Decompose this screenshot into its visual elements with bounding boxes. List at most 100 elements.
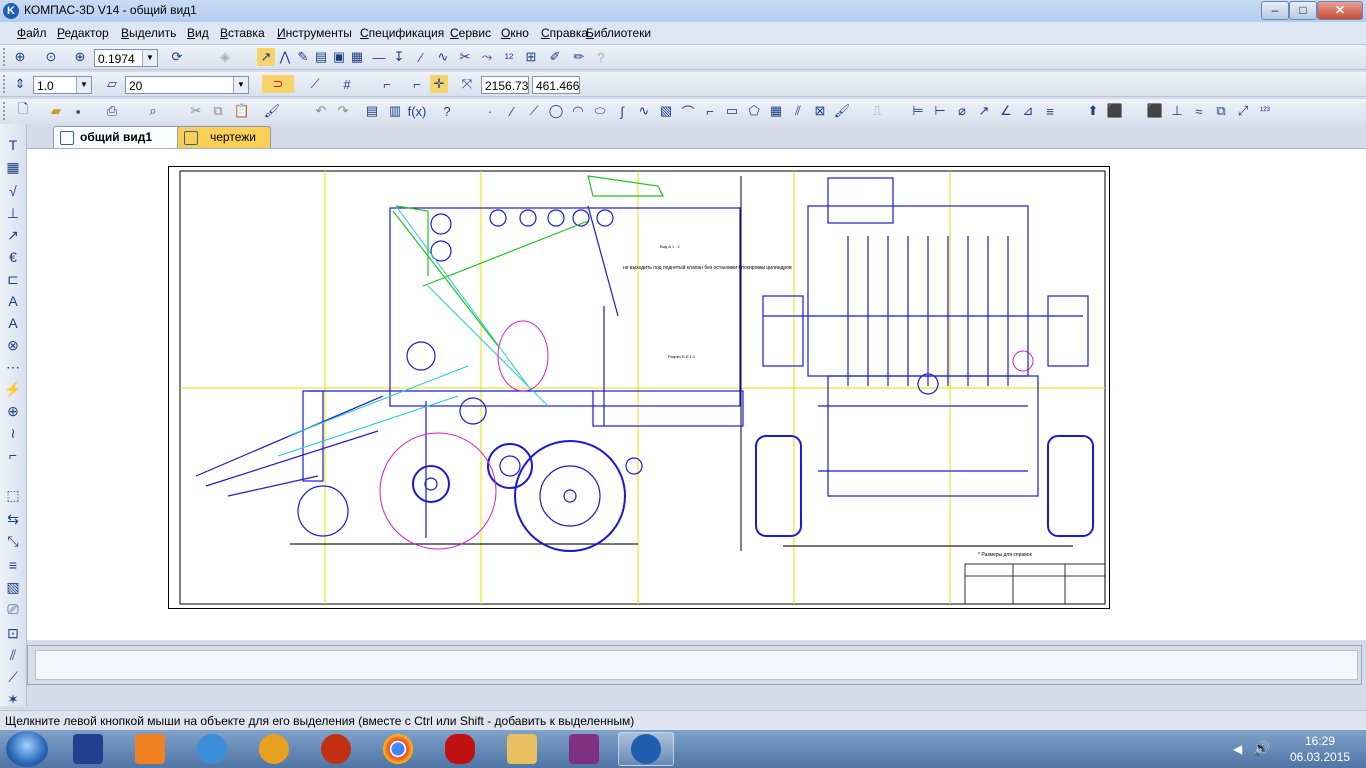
hatch-edit-icon[interactable]: ▧ — [4, 578, 22, 596]
equidistant-icon[interactable]: ⫽ — [789, 102, 807, 120]
mirror-icon[interactable]: ⊥ — [1168, 102, 1186, 120]
chevron-down-icon[interactable]: ▼ — [76, 77, 91, 93]
local-cs-icon[interactable]: ⌐ — [378, 75, 396, 93]
menu-service[interactable]: Сервис — [450, 26, 491, 40]
hatch-icon[interactable]: ▧ — [657, 102, 675, 120]
snap-icon[interactable]: ↗ — [257, 48, 275, 66]
taskbar-save-app[interactable] — [60, 732, 116, 766]
brush-icon[interactable]: 🖌 — [833, 102, 851, 120]
step-icon[interactable]: ⇕ — [11, 75, 29, 93]
dash-line-icon[interactable]: ⋯ — [4, 358, 22, 376]
manager-icon[interactable]: ▤ — [363, 102, 381, 120]
open-folder-icon[interactable]: ▰ — [47, 102, 65, 120]
menu-libraries[interactable]: Библиотеки — [586, 26, 651, 40]
table-icon[interactable]: ▦ — [4, 158, 22, 176]
mark-icon[interactable]: A — [4, 314, 22, 332]
frame-icon[interactable]: ▣ — [330, 48, 348, 66]
fillet-icon[interactable]: ⌒ — [679, 102, 697, 120]
arc-icon[interactable]: ◠ — [569, 102, 587, 120]
circle-icon[interactable]: ◯ — [547, 102, 565, 120]
geometry-icon[interactable]: ⚡ — [4, 380, 22, 398]
volume-icon[interactable]: 🔊 — [1253, 740, 1270, 757]
undo-icon[interactable]: ↶ — [312, 102, 330, 120]
chevron-down-icon[interactable]: ▼ — [233, 77, 248, 93]
variables-icon[interactable]: ▥ — [386, 102, 404, 120]
zoom-scale-icon[interactable]: ⊕ — [71, 48, 89, 66]
edit-text-icon[interactable]: ≡ — [4, 556, 22, 574]
tool-icon[interactable]: ✂ — [456, 48, 474, 66]
linear-dim-icon[interactable]: ⊢ — [931, 102, 949, 120]
contour-icon[interactable]: ▦ — [767, 102, 785, 120]
refresh-icon[interactable]: ⟳ — [168, 48, 186, 66]
new-document-icon[interactable]: 🗋 — [14, 101, 32, 120]
numbering-icon[interactable]: ¹²³ — [1256, 102, 1274, 120]
taskbar-media-player[interactable] — [122, 732, 178, 766]
menu-editor[interactable]: Редактор — [57, 26, 109, 40]
help-circle-icon[interactable]: ? — [592, 48, 610, 66]
curve-icon[interactable]: ∿ — [434, 48, 452, 66]
menu-help[interactable]: Справка — [541, 26, 588, 40]
taskbar-opera[interactable] — [432, 732, 488, 766]
angle-dim-icon[interactable]: ∠ — [997, 102, 1015, 120]
function-icon[interactable]: f(x) — [408, 102, 427, 120]
parallel-icon[interactable]: ⫽ — [4, 646, 22, 664]
star-icon[interactable]: ✶ — [4, 690, 22, 708]
weld-icon[interactable]: ⊗ — [4, 336, 22, 354]
taskbar-maple-app[interactable] — [308, 732, 364, 766]
layers-icon[interactable]: ▦ — [348, 48, 366, 66]
spec-icon[interactable]: ⎚ — [4, 600, 22, 618]
polyline-icon[interactable]: ⟋ — [525, 102, 543, 120]
minimize-button[interactable]: – — [1261, 1, 1289, 20]
toolbar-grip[interactable] — [3, 102, 8, 120]
marker-icon[interactable]: ✏ — [570, 48, 588, 66]
dimension-text-icon[interactable]: A — [4, 292, 22, 310]
slash-icon[interactable]: ⁄ — [412, 48, 430, 66]
close-button[interactable]: ✕ — [1317, 1, 1363, 20]
cut-icon[interactable]: ✂ — [187, 102, 205, 120]
stamp-icon[interactable]: ⊡ — [4, 624, 22, 642]
grid-icon[interactable]: # — [338, 75, 356, 93]
text-icon[interactable]: T — [4, 136, 22, 154]
spline-icon[interactable]: ∫ — [613, 102, 631, 120]
redo-icon[interactable]: ↷ — [334, 102, 352, 120]
orthogonal-icon[interactable]: ⟋ — [306, 75, 324, 93]
chevron-down-icon[interactable]: ▼ — [142, 50, 157, 66]
select-window-icon[interactable]: ⬚ — [4, 486, 22, 504]
dimension-icon[interactable]: ✎ — [294, 48, 312, 66]
select-icon[interactable]: ⬆ — [1084, 102, 1102, 120]
layer-value-field[interactable]: 20 ▼ — [125, 76, 249, 94]
orientation-icon[interactable]: ◈ — [216, 48, 234, 66]
ellipse-icon[interactable]: ⬭ — [591, 102, 609, 120]
bezier-icon[interactable]: ∿ — [635, 102, 653, 120]
corner-icon[interactable]: ⌐ — [4, 446, 22, 464]
macro-icon[interactable]: ⎍ — [868, 102, 886, 120]
ortho-mode-icon[interactable]: ⌐ — [408, 75, 426, 93]
menu-file[interactable]: Файл — [17, 26, 47, 40]
menu-tools[interactable]: Инструменты — [277, 26, 352, 40]
diameter-dim-icon[interactable]: ⌀ — [953, 102, 971, 120]
tray-arrow-icon[interactable]: ◀ — [1233, 742, 1242, 756]
auto-dimension-icon[interactable]: ⊨ — [909, 102, 927, 120]
maximize-button[interactable]: □ — [1289, 1, 1317, 20]
menu-view[interactable]: Вид — [187, 26, 209, 40]
base-icon[interactable]: ⊥ — [4, 204, 22, 222]
toolbar-grip[interactable] — [3, 48, 8, 66]
cursor-snap-icon[interactable]: ✛ — [430, 75, 448, 93]
format-painter-icon[interactable]: 🖌 — [263, 102, 281, 120]
clock-date[interactable]: 06.03.2015 — [1285, 750, 1355, 764]
point-icon[interactable]: · — [481, 102, 499, 120]
step-value-field[interactable]: 1.0 ▼ — [33, 76, 92, 94]
frame-section-icon[interactable]: ⊏ — [4, 270, 22, 288]
line-icon[interactable]: ⋀ — [276, 48, 294, 66]
zoom-window-icon[interactable]: ⊕ — [11, 48, 29, 66]
roughness-icon[interactable]: √ — [4, 182, 22, 200]
help-pointer-icon[interactable]: ? — [438, 102, 456, 120]
menu-insert[interactable]: Вставка — [220, 26, 265, 40]
drawing-sheet[interactable]: не выходить под поднятый клапан без оста… — [168, 166, 1110, 609]
radius-dim-icon[interactable]: ↗ — [975, 102, 993, 120]
menu-select[interactable]: Выделить — [121, 26, 176, 40]
magnet-icon[interactable]: ⊃ — [262, 75, 294, 93]
select-all-icon[interactable]: ⬛ — [1106, 102, 1124, 120]
leader-icon[interactable]: ⊿ — [1019, 102, 1037, 120]
move-icon[interactable]: ⇆ — [4, 510, 22, 528]
